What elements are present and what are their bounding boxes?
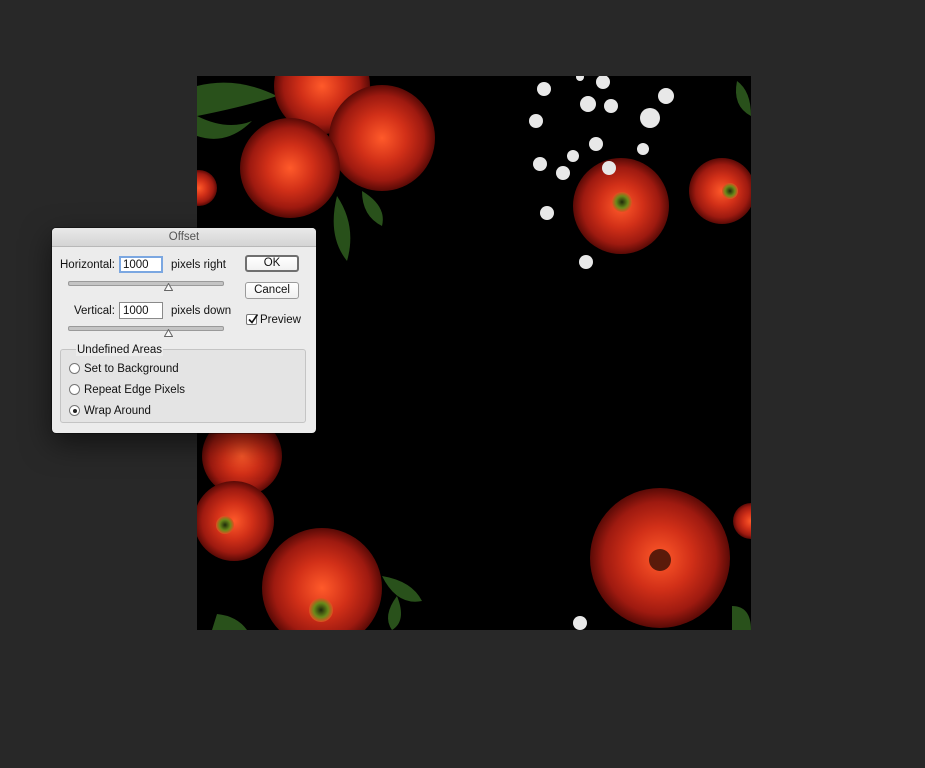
vertical-unit-label: pixels down xyxy=(171,305,232,317)
radio-set-to-background[interactable] xyxy=(69,363,80,374)
preview-label[interactable]: Preview xyxy=(260,314,301,326)
ok-button[interactable]: OK xyxy=(245,255,299,272)
radio-wrap-around-label[interactable]: Wrap Around xyxy=(84,405,151,417)
horizontal-input[interactable] xyxy=(119,256,163,273)
radio-repeat-edge-pixels-label[interactable]: Repeat Edge Pixels xyxy=(84,384,185,396)
checkmark-icon xyxy=(248,314,259,324)
cancel-button[interactable]: Cancel xyxy=(245,282,299,299)
undefined-areas-title: Undefined Areas xyxy=(76,344,164,356)
horizontal-unit-label: pixels right xyxy=(171,259,226,271)
radio-repeat-edge-pixels[interactable] xyxy=(69,384,80,395)
vertical-slider-track[interactable] xyxy=(68,326,224,331)
preview-checkbox[interactable] xyxy=(246,314,259,325)
radio-set-to-background-label[interactable]: Set to Background xyxy=(84,363,179,375)
horizontal-slider-track[interactable] xyxy=(68,281,224,286)
vertical-label: Vertical: xyxy=(74,305,115,317)
radio-wrap-around[interactable] xyxy=(69,405,80,416)
horizontal-slider-thumb[interactable] xyxy=(164,283,173,291)
radio-selected-dot xyxy=(72,408,77,413)
horizontal-label: Horizontal: xyxy=(60,259,115,271)
dialog-title[interactable]: Offset xyxy=(52,228,316,247)
vertical-slider-thumb[interactable] xyxy=(164,329,173,337)
offset-dialog: Offset Horizontal: pixels right Vertical… xyxy=(52,228,316,433)
vertical-input[interactable] xyxy=(119,302,163,319)
